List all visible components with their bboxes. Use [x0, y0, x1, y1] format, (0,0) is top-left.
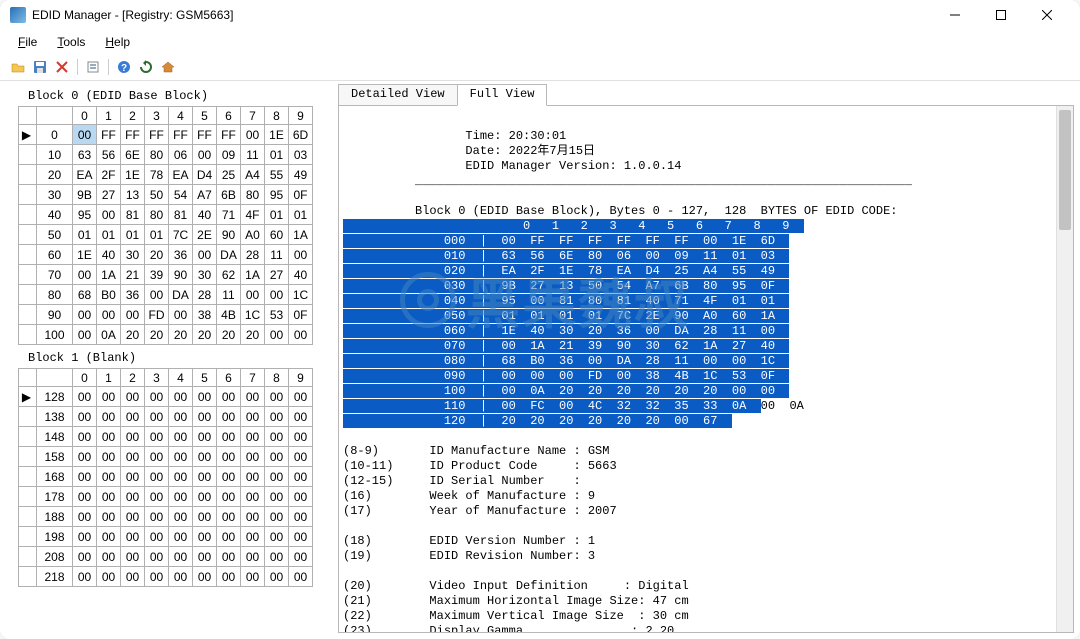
- block0-table[interactable]: 0123456789▶000FFFFFFFFFFFF001E6D1063566E…: [18, 106, 313, 345]
- menubar: File Tools Help: [0, 30, 1080, 54]
- right-pane: Detailed View Full View Time: 20:30:01 D…: [330, 81, 1080, 639]
- tab-detailed[interactable]: Detailed View: [338, 84, 458, 106]
- menu-help[interactable]: Help: [95, 32, 140, 52]
- detail-content: Time: 20:30:01 Date: 2022年7月15日 EDID Man…: [343, 114, 1073, 633]
- open-icon[interactable]: [8, 57, 28, 77]
- block1-table[interactable]: 0123456789▶12800000000000000000000138000…: [18, 368, 313, 587]
- vertical-scrollbar[interactable]: [1056, 106, 1073, 632]
- detail-frame[interactable]: Time: 20:30:01 Date: 2022年7月15日 EDID Man…: [338, 105, 1074, 633]
- titlebar: EDID Manager - [Registry: GSM5663]: [0, 0, 1080, 30]
- menu-tools[interactable]: Tools: [47, 32, 95, 52]
- scrollbar-thumb[interactable]: [1059, 110, 1071, 230]
- rotate-icon[interactable]: [136, 57, 156, 77]
- tab-full[interactable]: Full View: [457, 84, 548, 106]
- block1-label: Block 1 (Blank): [28, 351, 324, 365]
- delete-icon[interactable]: [52, 57, 72, 77]
- svg-text:?: ?: [121, 63, 127, 74]
- menu-file[interactable]: File: [8, 32, 47, 52]
- block0-label: Block 0 (EDID Base Block): [28, 89, 324, 103]
- tabs: Detailed View Full View: [338, 83, 1074, 105]
- left-pane: Block 0 (EDID Base Block) 0123456789▶000…: [0, 81, 330, 639]
- edit-icon[interactable]: [83, 57, 103, 77]
- app-icon: [10, 7, 26, 23]
- close-button[interactable]: [1024, 0, 1070, 30]
- maximize-button[interactable]: [978, 0, 1024, 30]
- toolbar: ?: [0, 54, 1080, 81]
- minimize-button[interactable]: [932, 0, 978, 30]
- home-icon[interactable]: [158, 57, 178, 77]
- help-icon[interactable]: ?: [114, 57, 134, 77]
- save-icon[interactable]: [30, 57, 50, 77]
- window-title: EDID Manager - [Registry: GSM5663]: [32, 8, 932, 22]
